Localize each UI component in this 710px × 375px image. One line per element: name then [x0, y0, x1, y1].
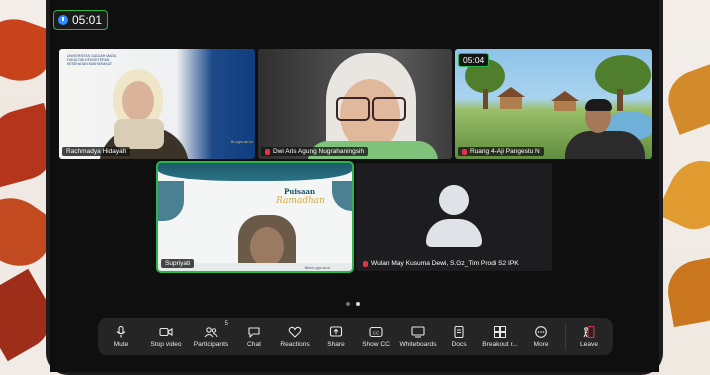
avatar-body-icon	[426, 219, 482, 247]
whiteboard-icon	[411, 325, 425, 338]
breakout-rooms-icon	[493, 325, 507, 338]
participant-name: Supriyati	[165, 260, 191, 267]
video-camera-icon	[159, 326, 173, 338]
share-label: Share	[327, 340, 345, 348]
slide-header-text: UNIVERSITAS GADJAH MADA FAKULTAS KEDOKTE…	[67, 54, 117, 66]
docs-label: Docs	[451, 340, 467, 348]
muted-mic-icon	[265, 148, 270, 155]
meeting-timer[interactable]: 05:01	[53, 10, 109, 30]
participants-button[interactable]: Participants 5	[188, 318, 234, 355]
closed-caption-icon: CC	[369, 326, 383, 338]
stop-video-button[interactable]: Stop video	[144, 318, 188, 355]
participant-name-tag: Rachmadya Hidayah	[62, 147, 131, 156]
document-icon	[452, 325, 466, 338]
participant-name-tag: Supriyati	[161, 259, 195, 268]
slide-ornament	[158, 181, 184, 221]
participant-name: Ruang 4-Aji Pangestu N	[470, 148, 540, 155]
leave-label: Leave	[580, 340, 598, 348]
page-dot-active[interactable]	[356, 302, 360, 306]
background-trunk	[483, 89, 488, 109]
mute-button[interactable]: Mute	[98, 318, 144, 355]
background-tree	[595, 55, 651, 95]
svg-text:CC: CC	[373, 330, 380, 335]
heart-icon	[288, 326, 302, 338]
hut	[500, 97, 522, 109]
participants-icon	[204, 326, 218, 338]
stop-video-label: Stop video	[150, 340, 182, 348]
share-screen-icon	[329, 325, 343, 338]
participant-name: Wulan May Kusuma Dewi, S.Gz_Tim Prodi S2…	[371, 260, 519, 267]
breakout-rooms-button[interactable]: Breakout r...	[478, 318, 522, 355]
participant-name-tag: Dwi Aris Agung Nugrahaningsih	[261, 147, 369, 156]
participant-face	[250, 227, 284, 267]
hut	[554, 101, 576, 111]
leave-button[interactable]: Leave	[571, 318, 607, 355]
hut-roof	[497, 87, 525, 97]
reactions-label: Reactions	[280, 340, 310, 348]
clock-icon	[58, 15, 68, 25]
avatar-head-icon	[439, 185, 469, 215]
video-tile-2[interactable]: Dwi Aris Agung Nugrahaningsih	[258, 49, 452, 159]
slide-footer-text: fkkmk.ugm.ac.id	[304, 266, 330, 270]
chat-icon	[247, 326, 261, 338]
video-tile-4[interactable]: Puisaan Ramadhan fkkmk.ugm.ac.id Supriya…	[156, 161, 354, 273]
more-icon	[534, 325, 548, 338]
participant-name: Dwi Aris Agung Nugrahaningsih	[273, 148, 365, 155]
slide-banner	[158, 163, 352, 181]
whiteboards-label: Whiteboards	[399, 340, 437, 348]
show-cc-label: Show CC	[362, 340, 390, 348]
participant-face	[122, 81, 154, 121]
page-indicator	[346, 302, 360, 306]
meeting-timer-text: 05:01	[72, 13, 103, 27]
page-dot[interactable]	[346, 302, 350, 306]
participant-name-tag: Ruang 4-Aji Pangestu N	[458, 147, 544, 156]
more-button[interactable]: More	[522, 318, 560, 355]
slide-stamp: fk.ugm.ac.id	[231, 139, 253, 144]
chat-button[interactable]: Chat	[234, 318, 274, 355]
toolbar-divider	[565, 323, 566, 350]
participant-scarf	[114, 119, 164, 149]
whiteboards-button[interactable]: Whiteboards	[396, 318, 440, 355]
participant-name: Rachmadya Hidayah	[66, 148, 127, 155]
video-tile-3[interactable]: 05:04 Ruang 4-Aji Pangestu N	[455, 49, 652, 159]
muted-mic-icon	[462, 148, 467, 155]
participant-name-tag: Wulan May Kusuma Dewi, S.Gz_Tim Prodi S2…	[359, 259, 523, 268]
hut-roof	[551, 91, 579, 101]
docs-button[interactable]: Docs	[440, 318, 478, 355]
participant-glasses	[336, 97, 406, 121]
leave-icon	[582, 325, 596, 338]
participant-count-badge: 5	[224, 321, 228, 327]
video-tile-1[interactable]: UNIVERSITAS GADJAH MADA FAKULTAS KEDOKTE…	[59, 49, 255, 159]
mic-icon	[114, 325, 128, 338]
breakout-rooms-label: Breakout r...	[482, 340, 518, 348]
participant-body	[565, 131, 645, 159]
reactions-button[interactable]: Reactions	[274, 318, 316, 355]
chat-label: Chat	[247, 340, 261, 348]
mute-label: Mute	[113, 340, 129, 348]
show-cc-button[interactable]: CC Show CC	[356, 318, 396, 355]
participant-hair	[585, 99, 612, 111]
slide-title-bottom: Ramadhan	[276, 196, 325, 206]
muted-mic-icon	[363, 260, 368, 267]
participants-label: Participants	[193, 340, 229, 348]
slide-title-top: Puisaan	[284, 187, 316, 196]
meeting-toolbar: Mute Stop video Participants 5 Chat Reac…	[98, 318, 613, 355]
tile-timer: 05:04	[458, 53, 490, 67]
more-label: More	[533, 340, 549, 348]
background-trunk	[617, 89, 623, 111]
video-tile-5[interactable]: Wulan May Kusuma Dewi, S.Gz_Tim Prodi S2…	[356, 163, 552, 271]
share-button[interactable]: Share	[316, 318, 356, 355]
slide-title: Puisaan Ramadhan	[276, 187, 342, 213]
